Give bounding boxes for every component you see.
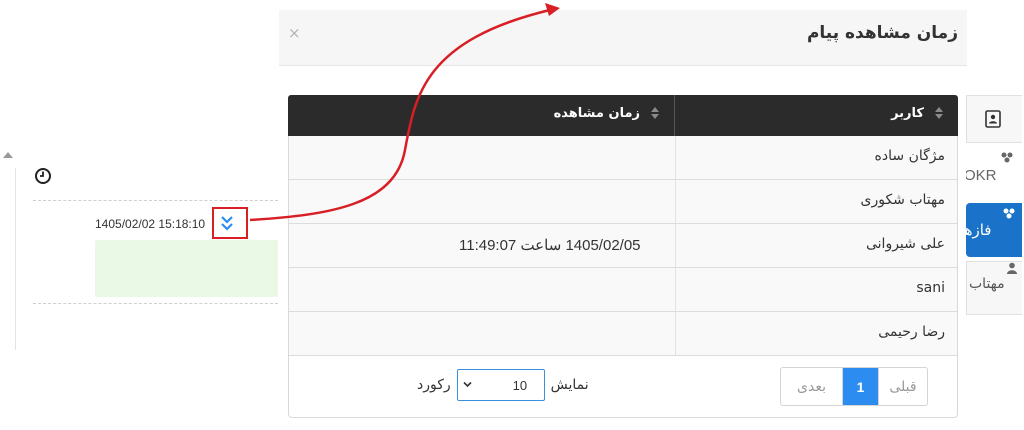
column-header-seen-time[interactable]: زمان مشاهده	[288, 95, 674, 136]
seen-time-table: کاربر زمان مشاهده مژگان ساده مهتاب شکوری…	[288, 95, 958, 356]
page-length-value: 10	[512, 378, 528, 393]
cell-user: sani	[916, 280, 945, 296]
tab-okr[interactable]: OKR	[966, 147, 1022, 197]
group-icon	[1001, 152, 1013, 163]
contact-card-icon	[985, 110, 1001, 128]
table-row: مژگان ساده	[289, 136, 957, 180]
table-row: رضا رحیمی	[289, 312, 957, 356]
table-row: مهتاب شکوری	[289, 180, 957, 224]
page-length-control: نمایش 10 رکورد	[417, 369, 589, 401]
cell-user: مهتاب شکوری	[860, 192, 946, 208]
cell-user: رضا رحیمی	[878, 324, 945, 340]
annotation-highlight-box	[212, 207, 248, 239]
show-label: نمایش	[550, 377, 589, 393]
column-header-user[interactable]: کاربر	[674, 95, 958, 136]
group-icon	[1003, 208, 1015, 219]
message-bubble	[95, 240, 278, 297]
tab-phases-label: فازها	[966, 221, 992, 239]
chevron-down-icon	[463, 381, 472, 388]
tab-contact[interactable]	[966, 95, 1022, 143]
chat-panel: 1405/02/02 15:18:10	[0, 0, 290, 430]
pagination: قبلی 1 بعدی	[780, 367, 928, 406]
tab-person-label: مهتاب	[969, 276, 1005, 292]
prev-page-button[interactable]: قبلی	[878, 368, 927, 405]
records-label: رکورد	[417, 377, 451, 393]
sort-icon	[651, 106, 660, 121]
table-header: کاربر زمان مشاهده	[288, 95, 958, 136]
table-row: علی شیروانی 1405/02/05 ساعت 11:49:07	[289, 224, 957, 268]
tab-okr-label: OKR	[966, 167, 997, 184]
close-icon[interactable]: ×	[288, 24, 301, 42]
sort-icon	[935, 106, 944, 121]
scrollbar[interactable]	[15, 168, 16, 350]
next-page-button[interactable]: بعدی	[781, 368, 843, 405]
cell-seen-time: 1405/02/05 ساعت 11:49:07	[459, 237, 641, 254]
modal-header: زمان مشاهده پیام ×	[279, 10, 967, 66]
page-length-select[interactable]: 10	[456, 369, 545, 401]
clock-icon[interactable]	[34, 167, 52, 185]
modal-title: زمان مشاهده پیام	[806, 23, 958, 43]
message-time: 1405/02/02 15:18:10	[95, 217, 206, 231]
user-icon	[1007, 262, 1017, 274]
divider	[33, 200, 278, 201]
cell-user: علی شیروانی	[865, 236, 945, 252]
page-1-button[interactable]: 1	[843, 368, 878, 405]
table-row: sani	[289, 268, 957, 312]
cell-user: مژگان ساده	[874, 148, 945, 164]
tab-person[interactable]: مهتاب	[966, 261, 1022, 315]
scroll-up-arrow-icon[interactable]	[3, 152, 13, 158]
divider	[33, 303, 278, 304]
side-tabs: OKR فازها مهتاب	[966, 95, 1024, 325]
tab-phases[interactable]: فازها	[966, 203, 1022, 257]
table-footer: قبلی 1 بعدی نمایش 10 رکورد	[288, 356, 958, 418]
